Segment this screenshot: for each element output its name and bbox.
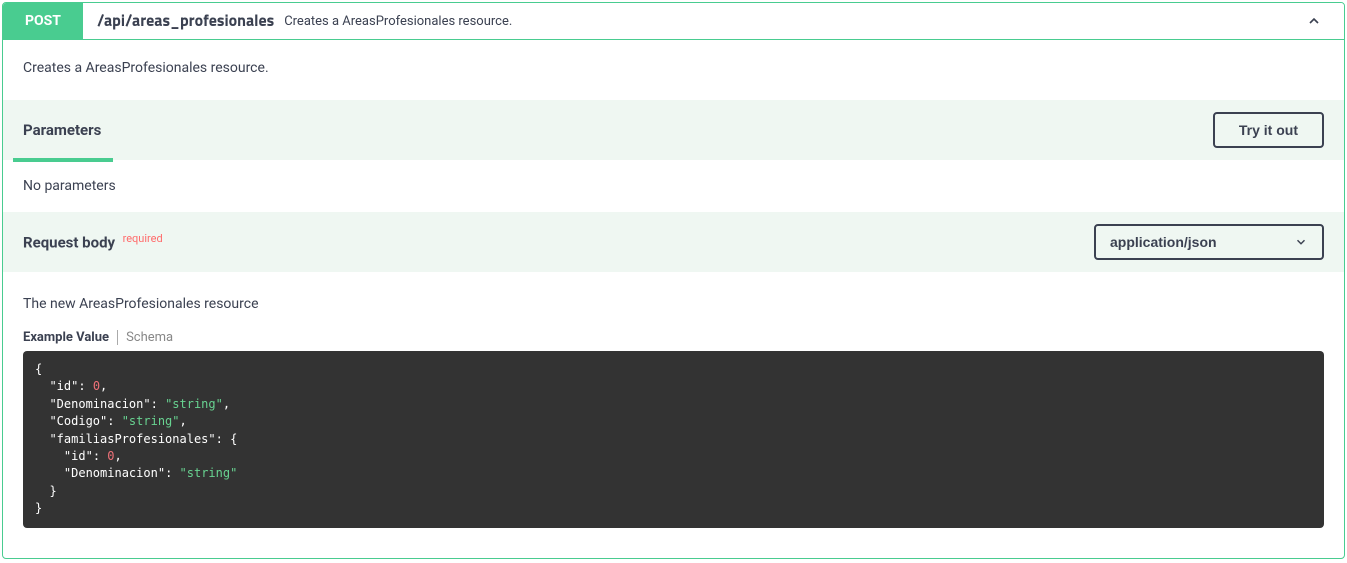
method-badge: POST bbox=[3, 3, 83, 39]
body-tabs: Example Value Schema bbox=[23, 330, 1324, 345]
parameters-header: Parameters Try it out bbox=[3, 100, 1344, 160]
parameters-content: No parameters bbox=[3, 160, 1344, 212]
operation-header[interactable]: POST /api/areas_profesionales Creates a … bbox=[3, 3, 1344, 39]
request-body-title: Request body bbox=[23, 234, 115, 252]
request-body-content: The new AreasProfesionales resource Exam… bbox=[3, 272, 1344, 558]
content-type-select[interactable]: application/json bbox=[1094, 224, 1324, 260]
accent-underline bbox=[13, 158, 113, 162]
try-it-out-button[interactable]: Try it out bbox=[1213, 112, 1324, 148]
tab-example-value[interactable]: Example Value bbox=[23, 330, 117, 345]
tab-schema[interactable]: Schema bbox=[117, 330, 181, 345]
request-body-header: Request body required application/json bbox=[3, 212, 1344, 272]
parameters-title: Parameters bbox=[23, 121, 101, 139]
chevron-up-icon[interactable] bbox=[1304, 11, 1324, 31]
required-badge: required bbox=[123, 232, 163, 245]
operation-body: Creates a AreasProfesionales resource. P… bbox=[3, 39, 1344, 558]
request-body-description: The new AreasProfesionales resource bbox=[23, 296, 1324, 312]
endpoint-summary: Creates a AreasProfesionales resource. bbox=[284, 14, 1304, 29]
example-code-block[interactable]: { "id": 0, "Denominacion": "string", "Co… bbox=[23, 351, 1324, 528]
operation-description: Creates a AreasProfesionales resource. bbox=[3, 40, 1344, 100]
operation-block: POST /api/areas_profesionales Creates a … bbox=[2, 2, 1345, 559]
content-type-select-wrap: application/json bbox=[1094, 224, 1324, 260]
endpoint-path: /api/areas_profesionales bbox=[83, 9, 284, 33]
